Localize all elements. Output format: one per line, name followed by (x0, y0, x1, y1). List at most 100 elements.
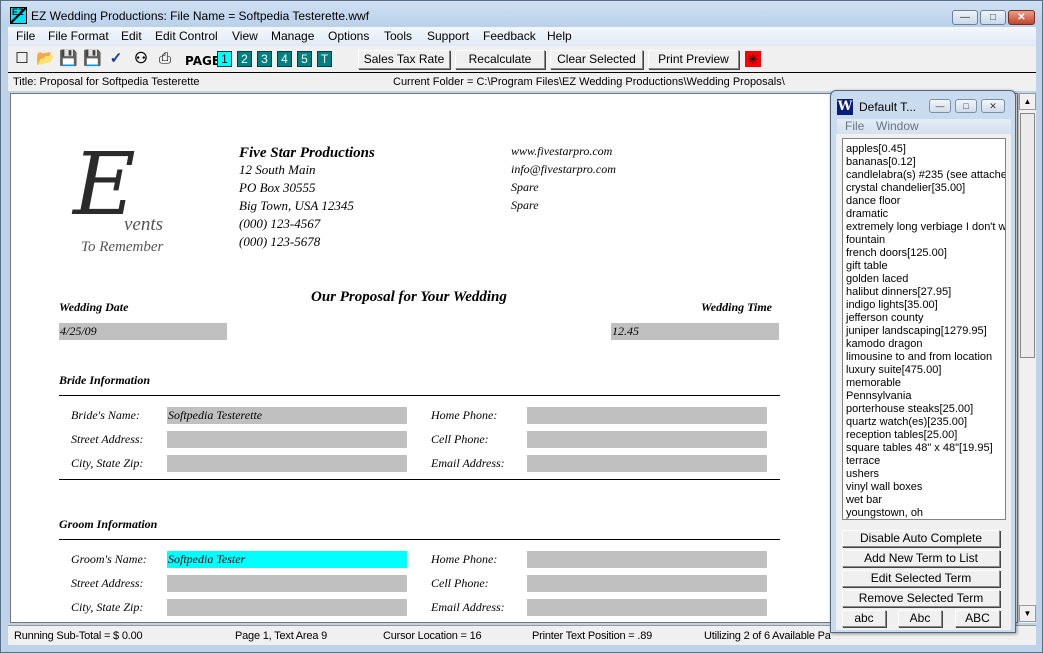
save-icon[interactable]: 💾 (59, 50, 78, 68)
bride-street-field[interactable] (167, 431, 407, 448)
term-list-item[interactable]: bananas[0.12] (843, 156, 1005, 169)
edit-selected-term-button[interactable]: Edit Selected Term (842, 570, 1000, 587)
close-button[interactable]: ✕ (1008, 10, 1035, 25)
term-list-item[interactable]: porterhouse steaks[25.00] (843, 403, 1005, 416)
maximize-button[interactable]: □ (980, 10, 1006, 25)
term-list-item[interactable]: luxury suite[475.00] (843, 364, 1005, 377)
scrollbar-thumb[interactable] (1020, 113, 1035, 358)
groom-email-field[interactable] (527, 599, 767, 616)
new-document-icon[interactable]: ☐ (13, 50, 31, 68)
term-list-item[interactable]: golden laced (843, 273, 1005, 286)
term-list-item[interactable]: halibut dinners[27.95] (843, 286, 1005, 299)
divider (59, 395, 780, 396)
term-list-item[interactable]: indigo lights[35.00] (843, 299, 1005, 312)
menu-edit-control[interactable]: Edit Control (155, 29, 218, 43)
groom-street-field[interactable] (167, 575, 407, 592)
page-t-button[interactable]: T (317, 51, 332, 67)
page-2-button[interactable]: 2 (237, 51, 252, 67)
titlecase-button[interactable]: Abc (898, 610, 942, 627)
toolbar: ☐ 📂 💾 💾 ✓ ⚇ ⎙ PAGE 1 2 3 4 5 T Sales Tax… (8, 46, 1036, 73)
term-list-item[interactable]: reception tables[25.00] (843, 429, 1005, 442)
palette-close-button[interactable]: ✕ (981, 99, 1005, 113)
term-list-item[interactable]: memorable (843, 377, 1005, 390)
term-list-item[interactable]: kamodo dragon (843, 338, 1005, 351)
menu-file-format[interactable]: File Format (48, 29, 109, 43)
menu-edit[interactable]: Edit (121, 29, 142, 43)
menu-manage[interactable]: Manage (271, 29, 314, 43)
bride-cell-phone-field[interactable] (527, 431, 767, 448)
page-3-button[interactable]: 3 (257, 51, 272, 67)
term-list-item[interactable]: dance floor (843, 195, 1005, 208)
spellcheck-icon[interactable]: ✓ (107, 50, 125, 68)
term-list-item[interactable]: youngstown, oh (843, 507, 1005, 519)
disable-auto-complete-button[interactable]: Disable Auto Complete (842, 530, 1000, 547)
add-new-term-button[interactable]: Add New Term to List (842, 550, 1000, 567)
menu-file[interactable]: File (16, 29, 35, 43)
groom-city-field[interactable] (167, 599, 407, 616)
proposal-heading: Our Proposal for Your Wedding (311, 289, 507, 305)
term-list-item[interactable]: ushers (843, 468, 1005, 481)
minimize-button[interactable]: — (952, 10, 978, 25)
term-list-item[interactable]: limousine to and from location (843, 351, 1005, 364)
term-list-item[interactable]: juniper landscaping[1279.95] (843, 325, 1005, 338)
term-list-item[interactable]: Pennsylvania (843, 390, 1005, 403)
term-list-item[interactable]: square tables 48" x 48"[19.95] (843, 442, 1005, 455)
page-4-button[interactable]: 4 (277, 51, 292, 67)
menu-tools[interactable]: Tools (384, 29, 412, 43)
palette-minimize-button[interactable]: — (929, 99, 951, 113)
sales-tax-rate-button[interactable]: Sales Tax Rate (358, 50, 450, 69)
menu-help[interactable]: Help (547, 29, 572, 43)
wedding-date-field[interactable]: 4/25/09 (59, 323, 227, 340)
bride-home-phone-field[interactable] (527, 407, 767, 424)
bride-email-field[interactable] (527, 455, 767, 472)
palette-maximize-button[interactable]: □ (955, 99, 977, 113)
bride-city-field[interactable] (167, 455, 407, 472)
page-1-button[interactable]: 1 (217, 51, 232, 67)
term-list-item[interactable]: crystal chandelier[35.00] (843, 182, 1005, 195)
menu-support[interactable]: Support (427, 29, 469, 43)
company-address-line: Big Town, USA 12345 (239, 198, 354, 213)
save-as-icon[interactable]: 💾 (83, 50, 102, 68)
term-list-item[interactable]: extremely long verbiage I don't w (843, 221, 1005, 234)
groom-name-field[interactable]: Softpedia Tester (167, 551, 407, 568)
term-list-item[interactable]: candlelabra(s) #235 (see attache (843, 169, 1005, 182)
term-list-item[interactable]: dramatic (843, 208, 1005, 221)
groom-cell-phone-field[interactable] (527, 575, 767, 592)
term-list-item[interactable]: quartz watch(es)[235.00] (843, 416, 1005, 429)
page-5-button[interactable]: 5 (297, 51, 312, 67)
groom-home-phone-field[interactable] (527, 551, 767, 568)
term-list-item[interactable]: apples[0.45] (843, 143, 1005, 156)
menu-options[interactable]: Options (328, 29, 369, 43)
print-icon[interactable]: ⎙ (156, 50, 174, 68)
palette-menu-file[interactable]: File (845, 119, 864, 133)
app-icon: EZ (10, 7, 27, 24)
term-list-item[interactable]: jefferson county (843, 312, 1005, 325)
palette-menu-window[interactable]: Window (876, 119, 919, 133)
document-scrollbar[interactable]: ▲ ▼ (1018, 93, 1036, 623)
term-list-item[interactable]: vinyl wall boxes (843, 481, 1005, 494)
lowercase-button[interactable]: abc (842, 610, 886, 627)
bride-name-field[interactable]: Softpedia Testerette (167, 407, 407, 424)
term-list-item[interactable]: fountain (843, 234, 1005, 247)
term-list-item[interactable]: gift table (843, 260, 1005, 273)
term-list-item[interactable]: french doors[125.00] (843, 247, 1005, 260)
bride-section-label: Bride Information (59, 373, 151, 387)
red-star-button[interactable]: ✳ (745, 51, 761, 67)
uppercase-button[interactable]: ABC (955, 610, 1000, 627)
terms-list[interactable]: apples[0.45] bananas[0.12] candlelabra(s) … (842, 138, 1006, 520)
open-folder-icon[interactable]: 📂 (36, 50, 55, 68)
print-preview-button[interactable]: Print Preview (648, 50, 739, 69)
palette-body: apples[0.45] bananas[0.12] candlelabra(s) … (836, 134, 1011, 630)
find-binoculars-icon[interactable]: ⚇ (132, 50, 150, 68)
remove-selected-term-button[interactable]: Remove Selected Term (842, 590, 1000, 607)
current-folder: Current Folder = C:\Program Files\EZ Wed… (393, 76, 785, 88)
term-list-item[interactable]: wet bar (843, 494, 1005, 507)
term-list-item[interactable]: terrace (843, 455, 1005, 468)
scroll-down-arrow-icon[interactable]: ▼ (1019, 605, 1036, 622)
menu-feedback[interactable]: Feedback (483, 29, 536, 43)
scroll-up-arrow-icon[interactable]: ▲ (1019, 93, 1036, 110)
clear-selected-button[interactable]: Clear Selected (550, 50, 643, 69)
recalculate-button[interactable]: Recalculate (455, 50, 545, 69)
menu-view[interactable]: View (232, 29, 258, 43)
wedding-time-field[interactable]: 12.45 (611, 323, 779, 340)
